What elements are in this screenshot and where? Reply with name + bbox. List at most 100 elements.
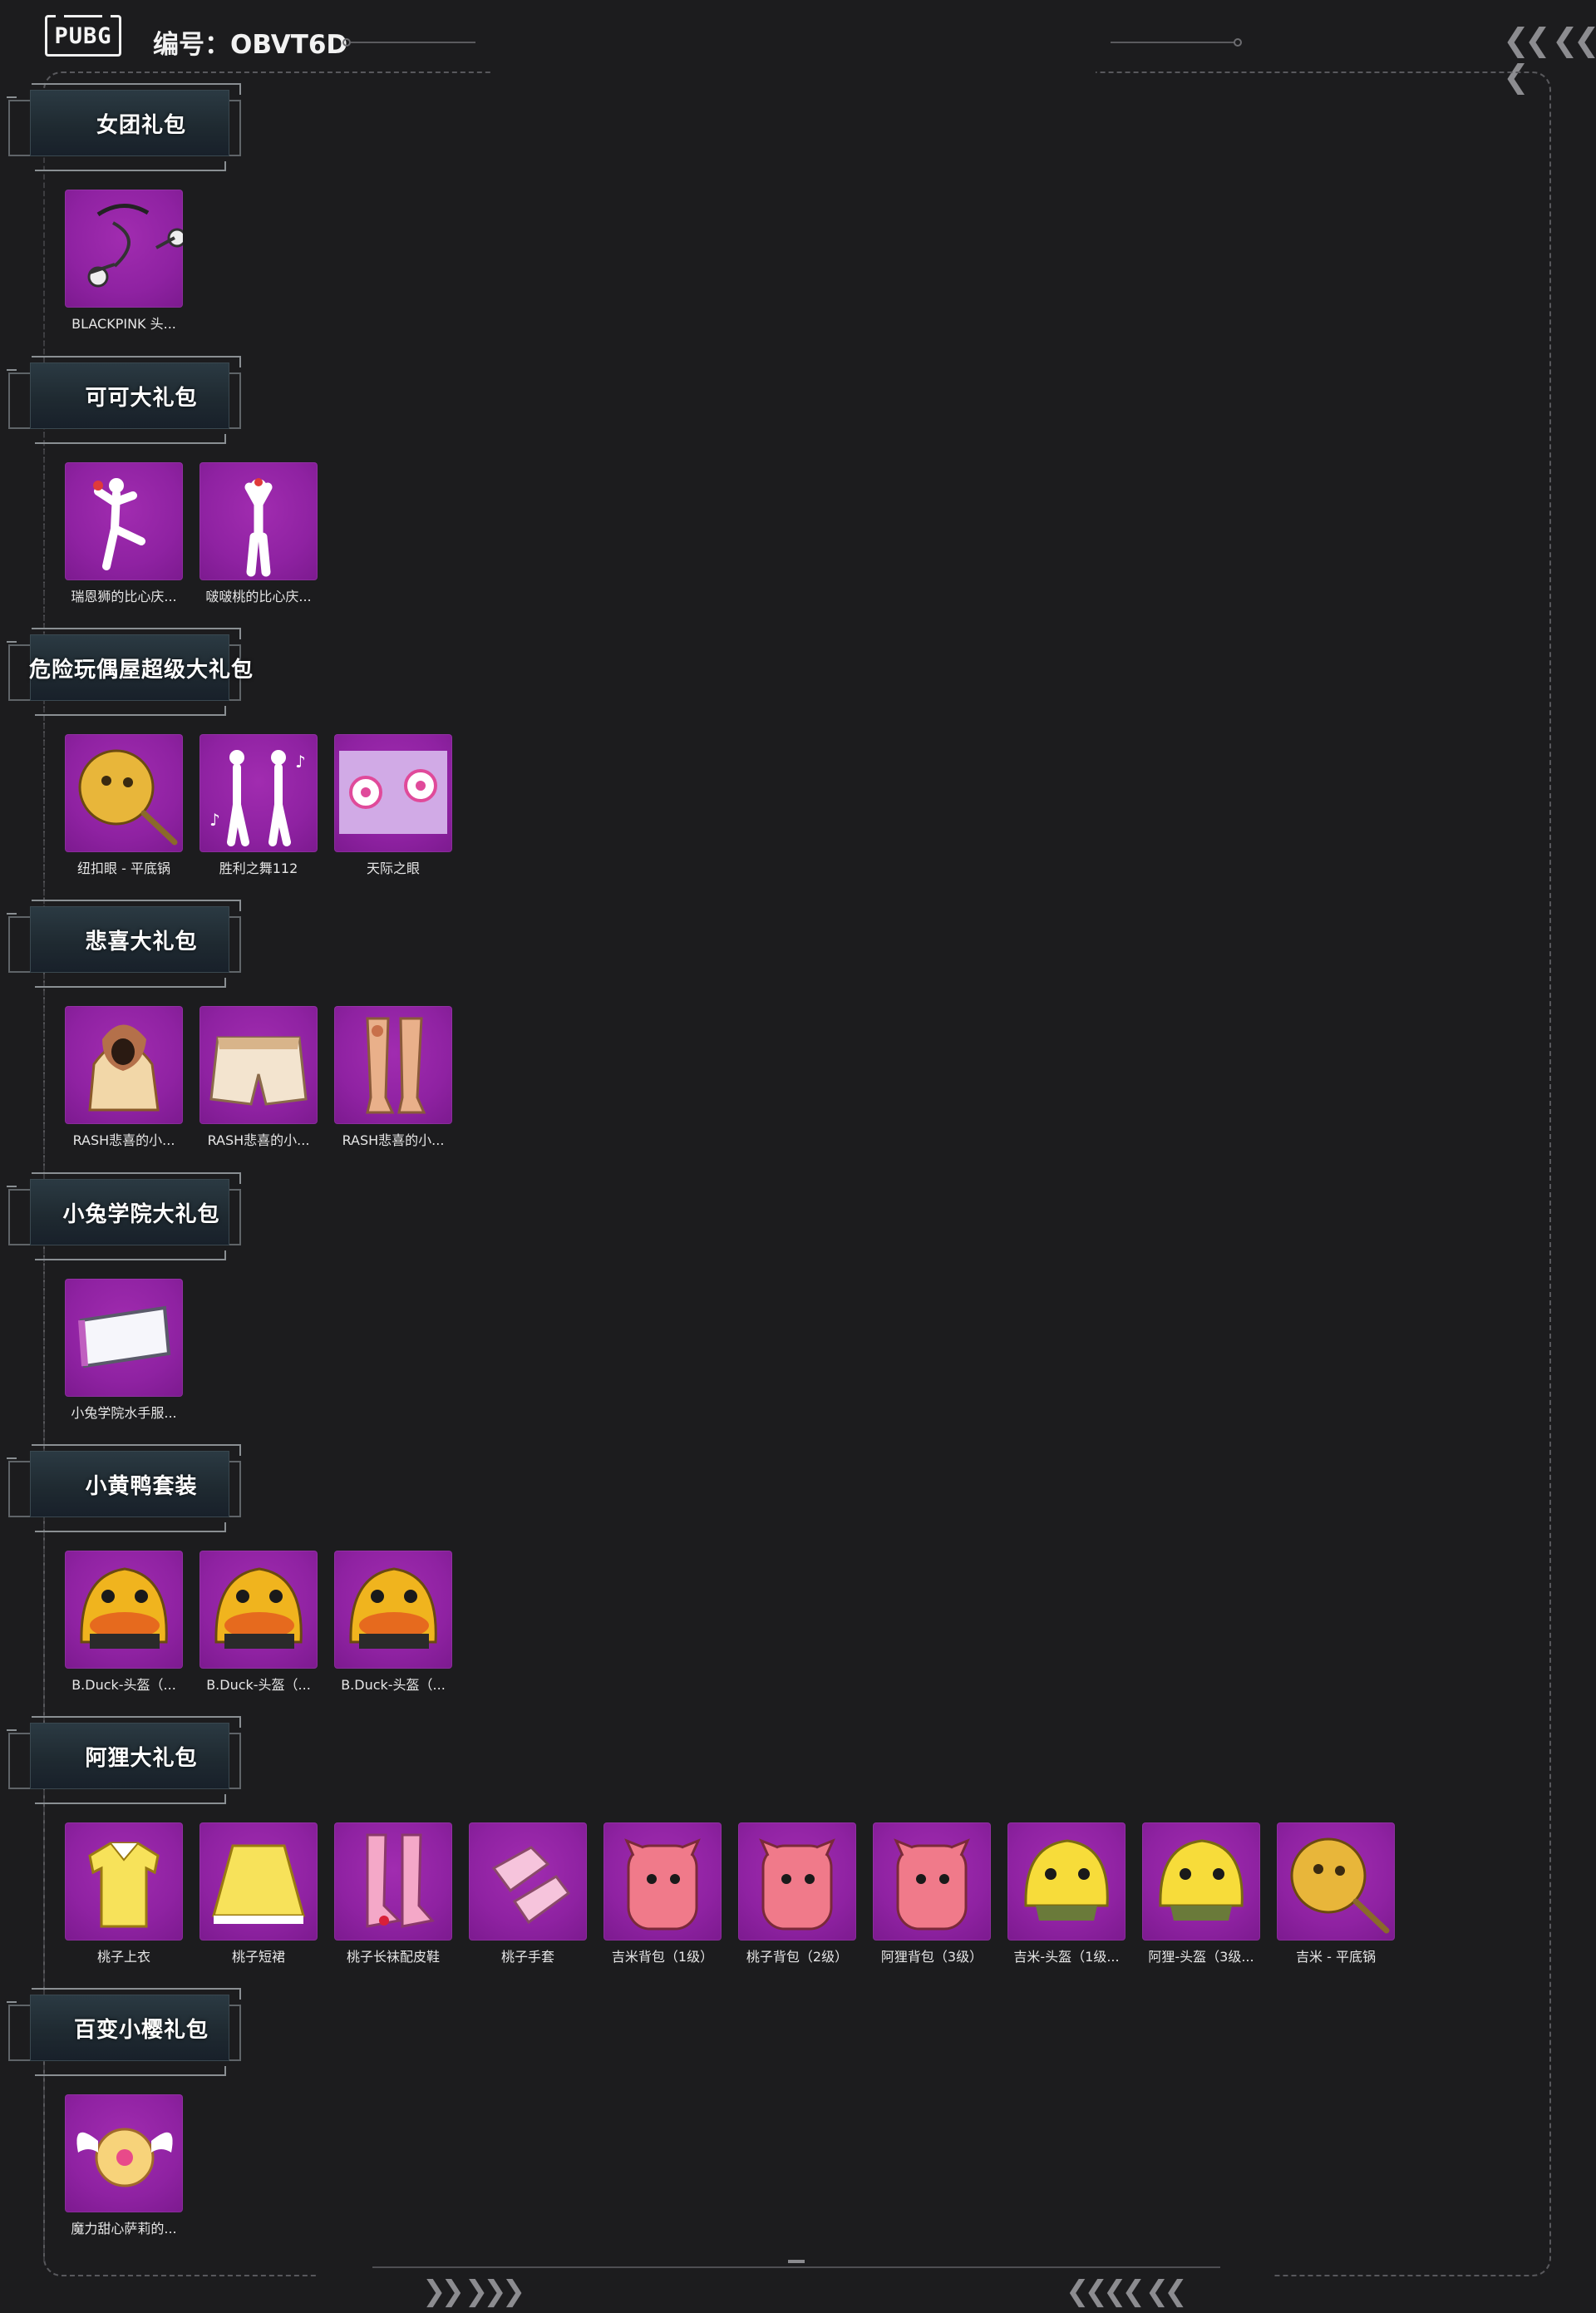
- item-label: 阿狸-头盔（3级...: [1148, 1949, 1254, 1965]
- hoodie-icon: [65, 1006, 183, 1124]
- section-title: 小兔学院大礼包: [62, 1201, 220, 1227]
- item-row: 纽扣眼 - 平底锅 ♪ ♪ 胜利之舞112 天际之眼: [65, 734, 452, 877]
- serial-number: 编号：OBVT6D: [153, 30, 348, 60]
- sailor-mask-icon: [65, 1279, 183, 1397]
- item-card[interactable]: BLACKPINK 头...: [65, 190, 183, 333]
- item-card[interactable]: 魔力甜心萨莉的...: [65, 2094, 183, 2237]
- item-card[interactable]: B.Duck-头盔（...: [334, 1551, 452, 1694]
- item-card[interactable]: 桃子上衣: [65, 1822, 183, 1965]
- bottom-line-mark: [788, 2260, 805, 2263]
- item-card[interactable]: 吉米-头盔（1级...: [1007, 1822, 1126, 1965]
- bottom-right-chevrons-icon: ❮❮❮❮ ❮❮: [1066, 2275, 1188, 2308]
- item-card[interactable]: 纽扣眼 - 平底锅: [65, 734, 183, 877]
- winged-backpack-icon: [65, 2094, 183, 2212]
- header-line-dot-right: [1234, 38, 1242, 47]
- item-label: RASH悲喜的小...: [342, 1132, 445, 1148]
- helmet-icon: [1007, 1822, 1126, 1941]
- section-header-corner: [35, 434, 226, 444]
- stockings-icon: [334, 1006, 452, 1124]
- section-header-corner: [35, 1250, 226, 1260]
- section-header-corner: [35, 161, 226, 171]
- item-label: 魔力甜心萨莉的...: [71, 2221, 177, 2237]
- item-label: 桃子背包（2级）: [746, 1949, 849, 1965]
- bottom-line: [372, 2266, 1220, 2268]
- item-card[interactable]: B.Duck-头盔（...: [200, 1551, 318, 1694]
- section-title: 百变小樱礼包: [73, 2017, 209, 2043]
- item-card[interactable]: 桃子手套: [469, 1822, 587, 1965]
- victory-dance-icon: ♪ ♪: [200, 734, 318, 852]
- section-header-tick: [7, 96, 17, 98]
- item-row: 瑞恩狮的比心庆... 啵啵桃的比心庆...: [65, 462, 318, 605]
- section-header-tick: [7, 641, 17, 643]
- svg-text:♪: ♪: [295, 752, 306, 772]
- duck-helmet-icon: [65, 1551, 183, 1669]
- section-header-tick: [7, 913, 17, 915]
- logo-text: PUBG: [54, 22, 112, 49]
- item-card[interactable]: RASH悲喜的小...: [65, 1006, 183, 1149]
- item-card[interactable]: RASH悲喜的小...: [200, 1006, 318, 1149]
- section-header-corner: [35, 1522, 226, 1532]
- section-header-tick: [7, 1186, 17, 1187]
- dance-heart-emote-icon: [200, 462, 318, 580]
- section-title: 可可大礼包: [85, 385, 198, 411]
- item-card[interactable]: 桃子背包（2级）: [738, 1822, 856, 1965]
- header-line-dot: [342, 38, 351, 47]
- item-row: BLACKPINK 头...: [65, 190, 183, 333]
- skirt-icon: [200, 1822, 318, 1941]
- backpack-icon: [603, 1822, 722, 1941]
- item-card[interactable]: ♪ ♪ 胜利之舞112: [200, 734, 318, 877]
- item-label: 纽扣眼 - 平底锅: [77, 861, 170, 876]
- section-header: 小兔学院大礼包: [7, 1172, 241, 1260]
- section-title: 小黄鸭套装: [85, 1473, 198, 1499]
- section-header-corner: [35, 1794, 226, 1804]
- backpack-icon: [738, 1822, 856, 1941]
- item-card[interactable]: 阿狸-头盔（3级...: [1142, 1822, 1260, 1965]
- section-header: 悲喜大礼包: [7, 900, 241, 988]
- duck-helmet-icon: [200, 1551, 318, 1669]
- duck-helmet-icon: [334, 1551, 452, 1669]
- item-label: 小兔学院水手服...: [71, 1405, 177, 1421]
- item-label: B.Duck-头盔（...: [341, 1677, 446, 1693]
- item-label: 天际之眼: [366, 861, 420, 876]
- section-header-tick: [7, 2001, 17, 2003]
- item-label: 桃子短裙: [231, 1949, 285, 1965]
- item-card[interactable]: 吉米 - 平底锅: [1277, 1822, 1395, 1965]
- item-row: 小兔学院水手服...: [65, 1279, 183, 1422]
- item-card[interactable]: 天际之眼: [334, 734, 452, 877]
- item-card[interactable]: 桃子短裙: [200, 1822, 318, 1965]
- section-header: 百变小樱礼包: [7, 1988, 241, 2076]
- section-header-corner: [35, 706, 226, 716]
- bottom-left-chevrons-icon: ❯❯ ❯❯❯: [422, 2275, 525, 2308]
- item-card[interactable]: 啵啵桃的比心庆...: [200, 462, 318, 605]
- item-label: B.Duck-头盔（...: [71, 1677, 176, 1693]
- item-card[interactable]: 小兔学院水手服...: [65, 1279, 183, 1422]
- sky-eye-icon: [334, 734, 452, 852]
- backpack-icon: [873, 1822, 991, 1941]
- section-header-corner: [35, 2066, 226, 2076]
- header-line-right: [1111, 42, 1235, 43]
- item-card[interactable]: 吉米背包（1级）: [603, 1822, 722, 1965]
- item-label: 啵啵桃的比心庆...: [205, 589, 312, 604]
- section-title: 阿狸大礼包: [85, 1745, 198, 1771]
- item-label: RASH悲喜的小...: [207, 1132, 310, 1148]
- headset-icon: [65, 190, 183, 308]
- shorts-icon: [200, 1006, 318, 1124]
- item-label: B.Duck-头盔（...: [206, 1677, 311, 1693]
- item-card[interactable]: B.Duck-头盔（...: [65, 1551, 183, 1694]
- section-header: 可可大礼包: [7, 356, 241, 444]
- section-header-corner: [35, 978, 226, 988]
- item-label: 吉米 - 平底锅: [1296, 1949, 1376, 1965]
- helmet-icon: [1142, 1822, 1260, 1941]
- section-header: 小黄鸭套装: [7, 1444, 241, 1532]
- item-card[interactable]: 瑞恩狮的比心庆...: [65, 462, 183, 605]
- dance-kick-emote-icon: [65, 462, 183, 580]
- frame-gap-top: [492, 67, 1096, 78]
- frying-pan-icon: [1277, 1822, 1395, 1941]
- item-card[interactable]: RASH悲喜的小...: [334, 1006, 452, 1149]
- section-title: 悲喜大礼包: [85, 929, 198, 954]
- item-label: 瑞恩狮的比心庆...: [71, 589, 177, 604]
- section-title: 女团礼包: [96, 112, 186, 138]
- item-card[interactable]: 桃子长袜配皮鞋: [334, 1822, 452, 1965]
- item-card[interactable]: 阿狸背包（3级）: [873, 1822, 991, 1965]
- shirt-icon: [65, 1822, 183, 1941]
